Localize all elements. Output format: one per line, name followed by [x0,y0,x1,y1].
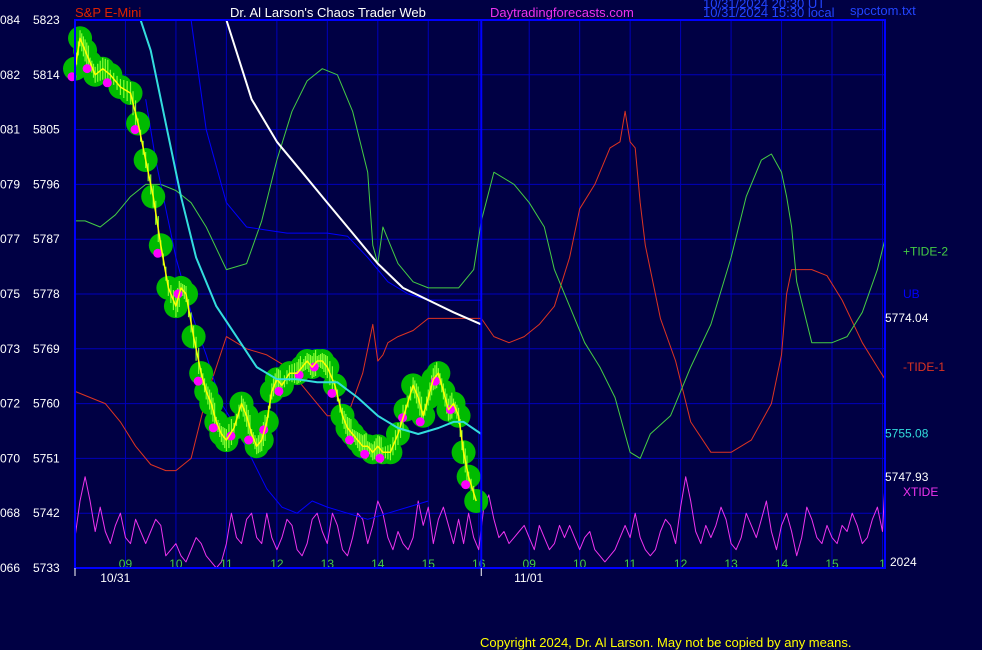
right-label: UB [903,287,920,301]
y-tick-label: 5733 [33,561,60,575]
right-label: 5755.08 [885,427,929,441]
low-dot [244,435,254,445]
y-code-label: 072 [0,397,20,411]
y-tick-label: 5814 [33,68,60,82]
data-file-label: spcctom.txt [850,3,916,18]
low-dot [461,480,471,490]
low-dot [82,64,92,74]
right-label: 5747.93 [885,470,929,484]
site-link[interactable]: Daytradingforecasts.com [490,5,634,20]
low-dot [345,435,355,445]
right-label: -TIDE-1 [903,360,945,374]
y-code-label: 084 [0,13,20,27]
low-dot [415,417,425,427]
low-dot [375,453,385,463]
y-code-label: 081 [0,123,20,137]
right-label: +TIDE-2 [903,244,948,258]
y-code-label: 077 [0,232,20,246]
y-code-label: 075 [0,287,20,301]
date-label: 10/31 [100,571,130,585]
date-label: 11/01 [514,571,543,585]
timestamp-local: 10/31/2024 15:30 local [703,5,835,20]
chart-background [0,0,982,650]
y-tick-label: 5823 [33,13,60,27]
y-tick-label: 5805 [33,123,60,137]
symbol-label: S&P E-Mini [75,5,141,20]
y-code-label: 079 [0,177,20,191]
low-dot [327,388,337,398]
y-code-label: 070 [0,451,20,465]
chart: 084 5823 082 5814 081 5805 079 5796 077 5787 075 57… [0,0,982,650]
y-tick-label: 5769 [33,342,60,356]
y-code-label: 068 [0,506,20,520]
y-code-label: 066 [0,561,20,575]
low-dot [193,376,203,386]
y-code-label: 073 [0,342,20,356]
year-label: 2024 [890,555,917,569]
y-tick-label: 5796 [33,177,60,191]
price-band-blob [464,489,489,514]
low-dot [274,386,284,396]
copyright: Copyright 2024, Dr. Al Larson. May not b… [480,635,851,650]
y-tick-label: 5760 [33,397,60,411]
low-dot [360,449,370,459]
y-tick-label: 5787 [33,232,60,246]
low-dot [208,423,218,433]
header-title: Dr. Al Larson's Chaos Trader Web [230,5,426,20]
low-dot [102,78,112,88]
y-tick-label: 5751 [33,451,60,465]
y-tick-label: 5778 [33,287,60,301]
y-tick-label: 5742 [33,506,60,520]
right-label: XTIDE [903,485,938,499]
right-label: 5774.04 [885,311,929,325]
y-code-label: 082 [0,68,20,82]
